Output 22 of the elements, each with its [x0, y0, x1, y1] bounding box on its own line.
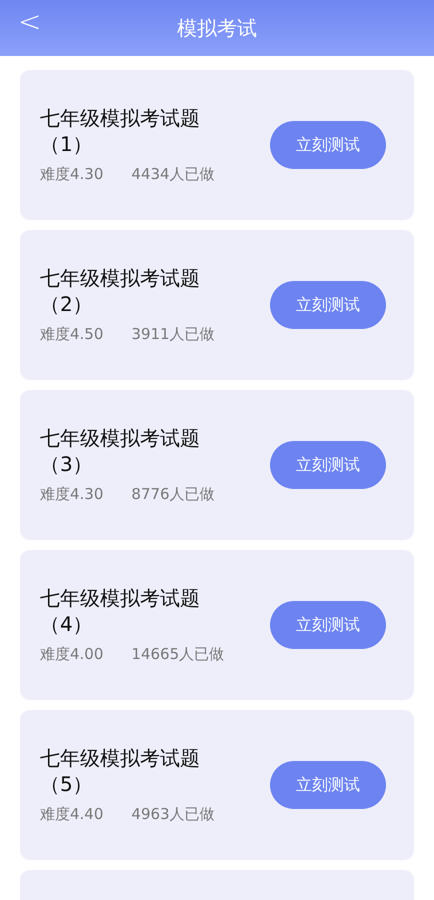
back-button[interactable]: <: [14, 8, 46, 36]
page-title: 模拟考试: [177, 15, 257, 42]
difficulty-text: 难度4.50: [40, 324, 104, 345]
attempt-count: 4963人已做: [131, 804, 215, 825]
exam-title: 七年级模拟考试题（1）: [40, 104, 201, 157]
start-test-button[interactable]: 立刻测试: [270, 761, 386, 809]
start-test-button[interactable]: 立刻测试: [270, 441, 386, 489]
start-test-button[interactable]: 立刻测试: [270, 601, 386, 649]
attempt-count: 3911人已做: [131, 324, 215, 345]
start-test-button[interactable]: 立刻测试: [270, 121, 386, 169]
difficulty-text: 难度4.40: [40, 804, 104, 825]
attempt-count: 14665人已做: [131, 644, 224, 665]
attempt-count: 8776人已做: [131, 484, 215, 505]
exam-title: 七年级模拟考试题（4）: [40, 584, 201, 637]
difficulty-text: 难度4.30: [40, 164, 104, 185]
start-test-button[interactable]: 立刻测试: [270, 281, 386, 329]
exam-title: 七年级模拟考试题（3）: [40, 424, 201, 477]
difficulty-text: 难度4.00: [40, 644, 104, 665]
exam-title: 七年级模拟考试题（2）: [40, 264, 201, 317]
exam-title: 七年级模拟考试题（5）: [40, 744, 201, 797]
attempt-count: 4434人已做: [131, 164, 215, 185]
difficulty-text: 难度4.30: [40, 484, 104, 505]
